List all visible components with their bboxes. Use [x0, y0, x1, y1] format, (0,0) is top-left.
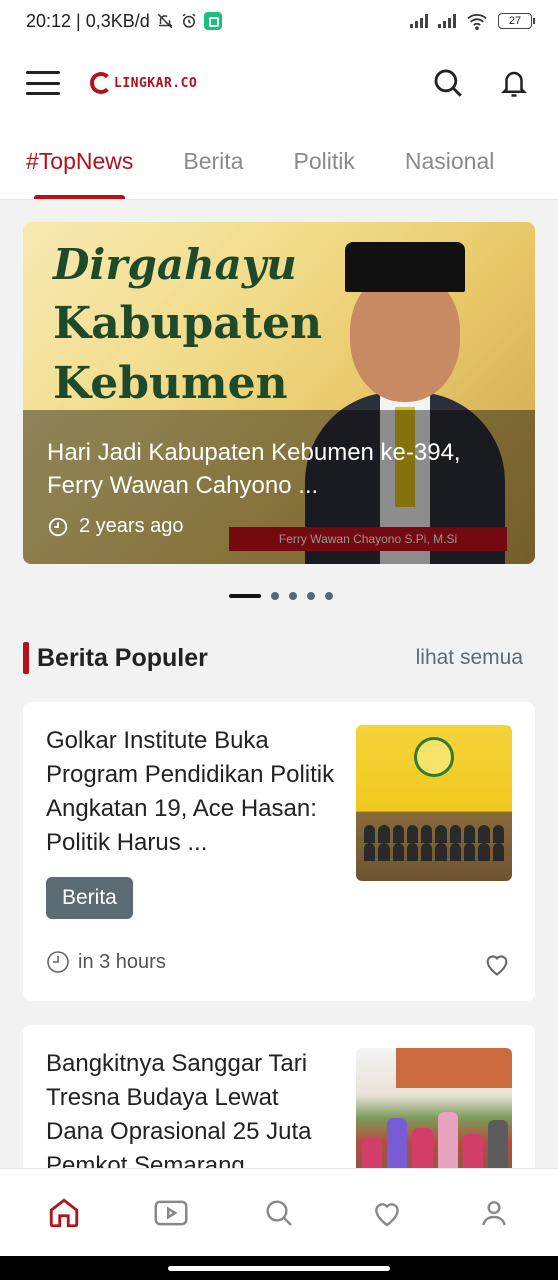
home-indicator[interactable]: [168, 1266, 390, 1271]
bell-icon: [500, 71, 528, 97]
article-card[interactable]: Golkar Institute Buka Program Pendidikan…: [23, 702, 535, 1001]
carousel-time: 2 years ago: [79, 515, 184, 537]
article-time: in 3 hours: [78, 950, 166, 973]
carousel-dot[interactable]: [229, 594, 261, 598]
app-notification-icon: [203, 12, 222, 30]
menu-icon[interactable]: [26, 71, 60, 95]
featured-carousel[interactable]: Dirgahayu Kabupaten Kebumen Ferry Wawan …: [23, 222, 535, 564]
article-meta: in 3 hours: [46, 950, 166, 974]
banner-line-kebumen: Kebumen: [53, 358, 288, 409]
search-icon: [434, 69, 462, 97]
carousel-dot[interactable]: [325, 592, 333, 600]
battery-icon: 27: [498, 13, 535, 29]
nav-profile[interactable]: [466, 1185, 522, 1241]
carousel-dot[interactable]: [289, 592, 297, 600]
app-logo[interactable]: LINGKAR.CO: [90, 72, 197, 94]
heart-icon[interactable]: [483, 950, 511, 978]
nav-search[interactable]: [251, 1185, 307, 1241]
signal-icon: [410, 14, 428, 28]
clock-icon: [47, 951, 69, 973]
category-tabs: #TopNews Berita Politik Nasional: [0, 124, 558, 200]
nav-home[interactable]: [36, 1185, 92, 1241]
search-icon: [266, 1199, 292, 1226]
category-badge[interactable]: Berita: [46, 877, 133, 919]
golkar-emblem-icon: [414, 737, 454, 777]
mute-icon: [157, 13, 173, 29]
alarm-icon: [182, 13, 196, 28]
signal-icon-2: [438, 14, 456, 28]
logo-mark-icon: [90, 72, 112, 94]
logo-text: LINGKAR.CO: [114, 75, 198, 91]
status-bar: 20:12 | 0,3KB/d 27: [0, 0, 558, 42]
tab-nasional[interactable]: Nasional: [405, 124, 495, 199]
app-header: LINGKAR.CO: [0, 42, 558, 124]
notification-button[interactable]: [496, 65, 532, 101]
article-title[interactable]: Bangkitnya Sanggar Tari Tresna Budaya Le…: [46, 1047, 336, 1183]
carousel-dot[interactable]: [271, 592, 279, 600]
section-header: Berita Populer lihat semua: [23, 640, 523, 676]
bottom-navigation: [0, 1168, 558, 1256]
search-button[interactable]: [430, 65, 466, 101]
section-accent-bar: [23, 642, 29, 674]
nav-video[interactable]: [143, 1185, 199, 1241]
carousel-dot[interactable]: [307, 592, 315, 600]
article-thumbnail[interactable]: [356, 725, 512, 881]
clock-icon: [48, 517, 68, 536]
nav-favorites[interactable]: [359, 1185, 415, 1241]
section-title: Berita Populer: [37, 643, 208, 672]
tab-politik[interactable]: Politik: [293, 124, 354, 199]
tab-topnews[interactable]: #TopNews: [26, 124, 133, 199]
wifi-icon: [467, 14, 487, 30]
banner-heading: Dirgahayu: [53, 240, 297, 289]
home-icon: [49, 1197, 78, 1227]
status-time: 20:12 | 0,3KB/d: [26, 10, 150, 31]
video-icon: [154, 1200, 188, 1225]
system-gesture-bar: [0, 1256, 558, 1280]
carousel-meta: 2 years ago: [47, 515, 184, 538]
profile-icon: [482, 1200, 507, 1225]
tab-berita[interactable]: Berita: [183, 124, 243, 199]
see-all-link[interactable]: lihat semua: [416, 646, 523, 670]
carousel-title[interactable]: Hari Jadi Kabupaten Kebumen ke-394, Ferr…: [47, 436, 467, 502]
article-title[interactable]: Golkar Institute Buka Program Pendidikan…: [46, 724, 336, 860]
banner-line-kabupaten: Kabupaten: [53, 298, 323, 349]
heart-icon: [374, 1202, 399, 1226]
carousel-pagination: [229, 592, 333, 600]
battery-level: 27: [508, 15, 522, 27]
